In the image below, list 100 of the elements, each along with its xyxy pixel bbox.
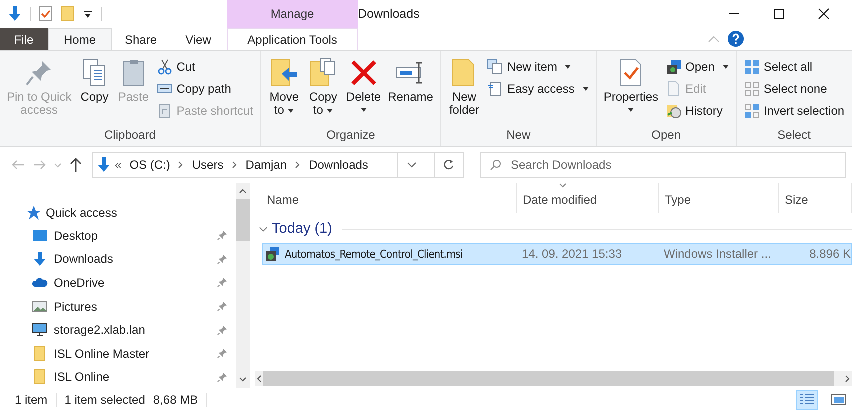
ribbon-tab[interactable]: File bbox=[0, 28, 48, 50]
ribbon-command[interactable]: Delete bbox=[344, 55, 384, 126]
scroll-up-icon[interactable] bbox=[239, 187, 247, 195]
ribbon-tab[interactable]: Application Tools bbox=[227, 28, 358, 50]
star-icon bbox=[26, 204, 42, 220]
column-header[interactable]: Type bbox=[659, 183, 779, 213]
chevron-down-icon[interactable] bbox=[259, 224, 268, 234]
selection-count: 1 item selected bbox=[64, 392, 146, 406]
date-cell-text: 14. 09. 2021 15:33 bbox=[521, 247, 624, 261]
window-title: Downloads bbox=[358, 7, 420, 21]
folder-icon bbox=[32, 369, 48, 386]
caret-icon bbox=[288, 108, 294, 112]
selectall-icon bbox=[744, 59, 760, 75]
ribbon-command[interactable]: Invert selection bbox=[742, 101, 847, 121]
caret-icon bbox=[327, 108, 334, 112]
search-field[interactable]: Search Downloads bbox=[480, 152, 846, 178]
ribbon-command[interactable]: New item bbox=[485, 57, 591, 77]
sidebar-item[interactable]: ISL Online Master bbox=[26, 342, 236, 366]
breadcrumb[interactable]: OS (C:) bbox=[130, 158, 170, 172]
ribbon-command[interactable]: Easy access bbox=[485, 79, 591, 99]
file-name: Automatos_Remote_Control_Client.msi bbox=[285, 248, 463, 260]
group-header[interactable]: Today (1) bbox=[272, 221, 332, 237]
history-icon bbox=[666, 103, 682, 119]
ribbon-command[interactable]: Copy path bbox=[154, 79, 256, 99]
column-header[interactable]: Date modified bbox=[517, 183, 659, 213]
chevron-down-icon bbox=[407, 161, 417, 169]
ribbon-group-label: Clipboard bbox=[104, 127, 157, 144]
item-count: 1 item bbox=[15, 392, 48, 406]
pasteshortcut-icon bbox=[156, 103, 173, 119]
caret-icon bbox=[628, 108, 634, 112]
file-row[interactable]: Automatos_Remote_Control_Client.msi 14. 09. 2021 15:33 Windows Installer ... 8.896 K bbox=[262, 243, 852, 265]
picture-icon bbox=[32, 298, 48, 315]
ribbon-command[interactable]: Select none bbox=[742, 79, 847, 99]
ribbon-command[interactable]: Move to bbox=[266, 55, 302, 126]
vertical-scrollbar[interactable] bbox=[236, 183, 250, 388]
caret-icon bbox=[722, 65, 729, 69]
desktop-icon bbox=[32, 228, 48, 244]
cut-icon bbox=[156, 59, 173, 75]
invert-icon bbox=[744, 103, 760, 119]
up-arrow-icon[interactable] bbox=[68, 157, 84, 173]
customize-dropdown-icon[interactable] bbox=[83, 9, 93, 19]
scroll-down-icon[interactable] bbox=[239, 376, 247, 384]
download-arrow-icon bbox=[97, 157, 111, 173]
breadcrumb[interactable]: Damjan bbox=[246, 158, 288, 172]
selectnone-icon bbox=[744, 81, 760, 97]
ribbon-group-label: New bbox=[506, 127, 532, 144]
large-icons-icon bbox=[831, 392, 847, 406]
ribbon-command[interactable]: Open bbox=[664, 57, 731, 77]
breadcrumb[interactable]: Downloads bbox=[309, 158, 368, 172]
properties-icon[interactable] bbox=[39, 6, 53, 22]
easyaccess-icon bbox=[487, 81, 504, 97]
sidebar-header[interactable]: Quick access bbox=[46, 206, 118, 220]
ribbon-command[interactable]: Select all bbox=[742, 57, 847, 77]
sidebar-item[interactable]: OneDrive bbox=[26, 271, 236, 295]
sidebar-item[interactable]: Desktop bbox=[26, 224, 236, 248]
refresh-icon bbox=[443, 159, 455, 171]
folder-icon bbox=[32, 346, 48, 362]
selection-size: 8,68 MB bbox=[153, 392, 198, 406]
address-bar[interactable]: « OS (C:) Users Damjan Downloads bbox=[92, 152, 464, 178]
installer-icon bbox=[265, 246, 281, 262]
chevron-right-icon[interactable] bbox=[295, 161, 302, 169]
ribbon-command[interactable]: History bbox=[664, 101, 731, 121]
download-arrow-icon[interactable] bbox=[8, 6, 22, 22]
overflow-chevrons[interactable]: « bbox=[115, 158, 122, 172]
chevron-right-icon[interactable] bbox=[178, 161, 184, 169]
help-icon[interactable] bbox=[728, 31, 744, 47]
newitem-icon bbox=[487, 59, 504, 75]
column-header[interactable]: Size bbox=[779, 183, 852, 213]
ribbon-group-label: Open bbox=[650, 127, 682, 144]
ribbon-command[interactable]: Properties bbox=[602, 55, 661, 126]
ribbon-command[interactable]: Copy bbox=[76, 55, 113, 126]
ribbon-group-label: Select bbox=[776, 127, 812, 144]
breadcrumb[interactable]: Users bbox=[192, 158, 224, 172]
details-view-button[interactable] bbox=[796, 390, 818, 410]
ribbon-command[interactable]: New folder bbox=[446, 55, 482, 126]
ribbon-group-label: Organize bbox=[326, 127, 376, 144]
ribbon-command[interactable]: Copy to bbox=[305, 55, 342, 126]
maximize-icon[interactable] bbox=[773, 8, 785, 20]
ribbon-command[interactable]: Cut bbox=[154, 57, 256, 77]
scroll-right-icon[interactable] bbox=[844, 374, 852, 382]
edit-icon bbox=[666, 81, 682, 97]
caret-icon bbox=[565, 65, 572, 69]
context-group-label: Manage bbox=[270, 7, 314, 21]
scroll-left-icon[interactable] bbox=[255, 374, 263, 382]
caret-icon bbox=[360, 108, 367, 112]
sidebar-item[interactable]: storage2.xlab.lan bbox=[26, 318, 236, 342]
size-cell-text: 8.896 K bbox=[808, 247, 851, 261]
details-list-icon bbox=[799, 392, 815, 406]
download-arrow-icon bbox=[32, 251, 48, 268]
monitor-icon bbox=[32, 322, 48, 338]
close-icon[interactable] bbox=[818, 8, 830, 20]
scroll-thumb[interactable] bbox=[236, 199, 250, 241]
sidebar-item[interactable]: ISL Online bbox=[26, 366, 236, 390]
sidebar-item[interactable]: Downloads bbox=[26, 248, 236, 272]
open-icon bbox=[666, 59, 682, 75]
ribbon-tab[interactable]: Home bbox=[48, 28, 112, 50]
ribbon-command[interactable]: Rename bbox=[386, 55, 436, 126]
sidebar-item[interactable]: Pictures bbox=[26, 294, 236, 318]
chevron-right-icon[interactable] bbox=[232, 161, 238, 169]
column-header[interactable]: Name bbox=[255, 183, 517, 213]
